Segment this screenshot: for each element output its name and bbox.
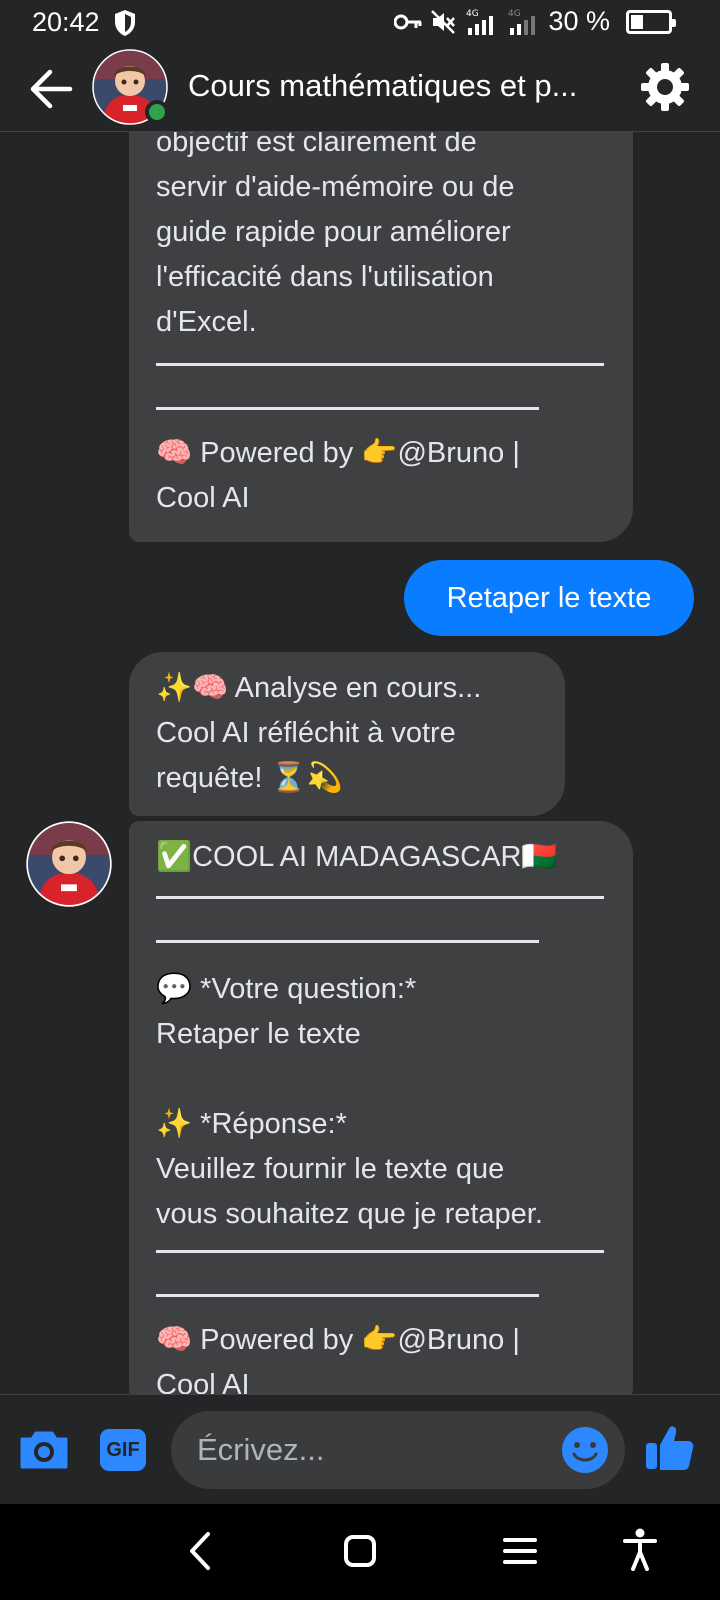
- thumbs-up-icon[interactable]: [644, 1421, 696, 1473]
- reply-heading: ✅COOL AI MADAGASCAR🇲🇬: [156, 841, 558, 873]
- analysis-line: Cool AI réfléchit à votre: [156, 717, 456, 749]
- gear-icon[interactable]: [638, 60, 692, 114]
- powered-by-footer: 🧠 Powered by 👉@Bruno | Cool AI: [156, 437, 520, 514]
- divider: [156, 363, 604, 366]
- answer-text: Veuillez fournir le texte que: [156, 1153, 505, 1185]
- battery-percent: 30 %: [548, 6, 610, 36]
- svg-text:4G: 4G: [466, 9, 479, 19]
- nav-recents-icon[interactable]: [502, 1536, 538, 1566]
- divider: [156, 1250, 604, 1253]
- analysis-line: ✨🧠 Analyse en cours...: [156, 672, 482, 704]
- divider: [156, 407, 539, 410]
- message-input[interactable]: [171, 1411, 625, 1489]
- divider: [156, 896, 604, 899]
- message-list[interactable]: objectif est clairement de servir d'aide…: [0, 132, 720, 1394]
- divider: [156, 940, 539, 943]
- message-text: objectif est clairement de servir d'aide…: [156, 132, 515, 338]
- avatar[interactable]: [26, 821, 112, 907]
- key-icon: [394, 14, 422, 29]
- accessibility-icon[interactable]: [622, 1528, 658, 1572]
- online-indicator: [145, 100, 169, 124]
- status-time: 20:42: [32, 7, 100, 37]
- camera-icon[interactable]: [18, 1429, 70, 1471]
- question-label: 💬 *Votre question:*: [156, 973, 417, 1005]
- message-bubble-incoming[interactable]: objectif est clairement de servir d'aide…: [129, 132, 633, 542]
- status-bar: 20:42 4G 4G 30 %: [0, 0, 720, 46]
- chat-title[interactable]: Cours mathématiques et p...: [188, 68, 618, 104]
- nav-back-icon[interactable]: [184, 1530, 216, 1572]
- shield-icon: [115, 10, 135, 36]
- divider: [156, 1294, 539, 1297]
- answer-text: vous souhaitez que je retaper.: [156, 1198, 543, 1230]
- signal-icon: 4G: [508, 9, 536, 35]
- powered-by-footer: 🧠 Powered by 👉@Bruno | Cool AI: [156, 1324, 520, 1394]
- system-nav-bar: [0, 1504, 720, 1600]
- question-text: Retaper le texte: [156, 1018, 361, 1050]
- signal-icon: 4G: [466, 9, 494, 35]
- answer-label: ✨ *Réponse:*: [156, 1108, 347, 1140]
- analysis-line: requête! ⏳💫: [156, 762, 343, 794]
- chat-header: Cours mathématiques et p...: [0, 46, 720, 132]
- message-bubble-incoming[interactable]: ✨🧠 Analyse en cours... Cool AI réfléchit…: [129, 652, 565, 816]
- nav-home-icon[interactable]: [343, 1534, 377, 1568]
- back-arrow-icon[interactable]: [26, 66, 76, 112]
- svg-text:4G: 4G: [508, 9, 521, 19]
- message-bubble-incoming[interactable]: ✅COOL AI MADAGASCAR🇲🇬 💬 *Votre question:…: [129, 821, 633, 1394]
- mute-icon: [431, 9, 456, 34]
- emoji-icon[interactable]: [560, 1425, 610, 1475]
- gif-icon[interactable]: GIF: [100, 1429, 146, 1471]
- message-composer: GIF: [0, 1394, 720, 1504]
- battery-icon: [626, 9, 676, 34]
- message-bubble-outgoing[interactable]: Retaper le texte: [404, 560, 694, 636]
